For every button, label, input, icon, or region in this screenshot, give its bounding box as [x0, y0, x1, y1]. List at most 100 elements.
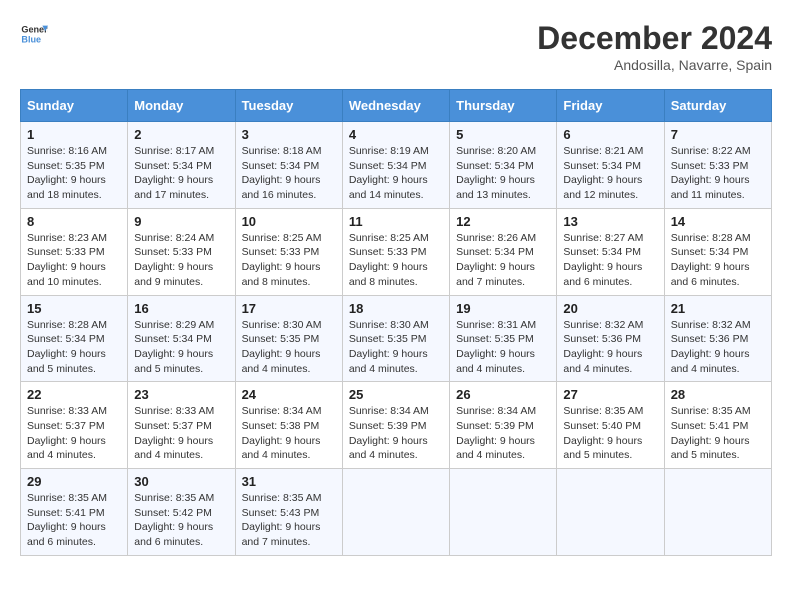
day-info: Sunrise: 8:23 AM Sunset: 5:33 PM Dayligh… [27, 231, 121, 290]
table-row: 23 Sunrise: 8:33 AM Sunset: 5:37 PM Dayli… [128, 382, 235, 469]
day-info: Sunrise: 8:35 AM Sunset: 5:41 PM Dayligh… [27, 491, 121, 550]
day-number: 16 [134, 301, 228, 316]
table-row: 21Sunrise: 8:32 AM Sunset: 5:36 PM Dayli… [664, 295, 771, 382]
day-info: Sunrise: 8:24 AM Sunset: 5:33 PM Dayligh… [134, 231, 228, 290]
table-row: 2 Sunrise: 8:17 AM Sunset: 5:34 PM Daylig… [128, 122, 235, 209]
day-number: 27 [563, 387, 657, 402]
calendar-week-1: 1Sunrise: 8:16 AM Sunset: 5:35 PM Daylig… [21, 122, 772, 209]
table-row: 8 Sunrise: 8:23 AM Sunset: 5:33 PM Daylig… [21, 208, 128, 295]
calendar-header-tuesday: Tuesday [235, 90, 342, 122]
day-info: Sunrise: 8:18 AM Sunset: 5:34 PM Dayligh… [242, 144, 336, 203]
day-info: Sunrise: 8:35 AM Sunset: 5:40 PM Dayligh… [563, 404, 657, 463]
day-number: 31 [242, 474, 336, 489]
calendar-header-thursday: Thursday [450, 90, 557, 122]
day-info: Sunrise: 8:25 AM Sunset: 5:33 PM Dayligh… [349, 231, 443, 290]
svg-text:Blue: Blue [21, 34, 41, 44]
calendar-week-5: 29 Sunrise: 8:35 AM Sunset: 5:41 PM Dayli… [21, 469, 772, 556]
day-number: 18 [349, 301, 443, 316]
month-title: December 2024 [537, 20, 772, 57]
calendar-table: SundayMondayTuesdayWednesdayThursdayFrid… [20, 89, 772, 556]
table-row: 16Sunrise: 8:29 AM Sunset: 5:34 PM Dayli… [128, 295, 235, 382]
table-row: 30Sunrise: 8:35 AM Sunset: 5:42 PM Dayli… [128, 469, 235, 556]
calendar-header-row: SundayMondayTuesdayWednesdayThursdayFrid… [21, 90, 772, 122]
table-row: 14 Sunrise: 8:28 AM Sunset: 5:34 PM Dayli… [664, 208, 771, 295]
table-row: 20Sunrise: 8:32 AM Sunset: 5:36 PM Dayli… [557, 295, 664, 382]
day-number: 8 [27, 214, 121, 229]
day-number: 22 [27, 387, 121, 402]
calendar-header-wednesday: Wednesday [342, 90, 449, 122]
day-number: 2 [134, 127, 228, 142]
calendar-header-sunday: Sunday [21, 90, 128, 122]
day-info: Sunrise: 8:34 AM Sunset: 5:39 PM Dayligh… [456, 404, 550, 463]
table-row [557, 469, 664, 556]
day-number: 23 [134, 387, 228, 402]
table-row: 19 Sunrise: 8:31 AM Sunset: 5:35 PM Dayli… [450, 295, 557, 382]
title-block: December 2024 Andosilla, Navarre, Spain [537, 20, 772, 73]
day-info: Sunrise: 8:22 AM Sunset: 5:33 PM Dayligh… [671, 144, 765, 203]
day-number: 4 [349, 127, 443, 142]
day-info: Sunrise: 8:17 AM Sunset: 5:34 PM Dayligh… [134, 144, 228, 203]
table-row: 1Sunrise: 8:16 AM Sunset: 5:35 PM Daylig… [21, 122, 128, 209]
table-row: 28 Sunrise: 8:35 AM Sunset: 5:41 PM Dayli… [664, 382, 771, 469]
day-number: 26 [456, 387, 550, 402]
day-number: 13 [563, 214, 657, 229]
table-row: 13 Sunrise: 8:27 AM Sunset: 5:34 PM Dayli… [557, 208, 664, 295]
table-row: 27 Sunrise: 8:35 AM Sunset: 5:40 PM Dayli… [557, 382, 664, 469]
table-row [450, 469, 557, 556]
day-info: Sunrise: 8:30 AM Sunset: 5:35 PM Dayligh… [349, 318, 443, 377]
calendar-week-3: 15 Sunrise: 8:28 AM Sunset: 5:34 PM Dayli… [21, 295, 772, 382]
day-info: Sunrise: 8:28 AM Sunset: 5:34 PM Dayligh… [671, 231, 765, 290]
calendar-header-saturday: Saturday [664, 90, 771, 122]
table-row [664, 469, 771, 556]
day-number: 6 [563, 127, 657, 142]
day-info: Sunrise: 8:34 AM Sunset: 5:38 PM Dayligh… [242, 404, 336, 463]
table-row: 17 Sunrise: 8:30 AM Sunset: 5:35 PM Dayli… [235, 295, 342, 382]
day-info: Sunrise: 8:33 AM Sunset: 5:37 PM Dayligh… [134, 404, 228, 463]
table-row: 12Sunrise: 8:26 AM Sunset: 5:34 PM Dayli… [450, 208, 557, 295]
table-row: 22 Sunrise: 8:33 AM Sunset: 5:37 PM Dayli… [21, 382, 128, 469]
table-row: 25Sunrise: 8:34 AM Sunset: 5:39 PM Dayli… [342, 382, 449, 469]
day-number: 3 [242, 127, 336, 142]
day-info: Sunrise: 8:20 AM Sunset: 5:34 PM Dayligh… [456, 144, 550, 203]
table-row: 5Sunrise: 8:20 AM Sunset: 5:34 PM Daylig… [450, 122, 557, 209]
calendar-week-2: 8 Sunrise: 8:23 AM Sunset: 5:33 PM Daylig… [21, 208, 772, 295]
table-row: 24 Sunrise: 8:34 AM Sunset: 5:38 PM Dayli… [235, 382, 342, 469]
calendar-week-4: 22 Sunrise: 8:33 AM Sunset: 5:37 PM Dayli… [21, 382, 772, 469]
day-info: Sunrise: 8:32 AM Sunset: 5:36 PM Dayligh… [671, 318, 765, 377]
table-row [342, 469, 449, 556]
day-number: 25 [349, 387, 443, 402]
table-row: 6Sunrise: 8:21 AM Sunset: 5:34 PM Daylig… [557, 122, 664, 209]
day-info: Sunrise: 8:16 AM Sunset: 5:35 PM Dayligh… [27, 144, 121, 203]
calendar-header-monday: Monday [128, 90, 235, 122]
table-row: 18 Sunrise: 8:30 AM Sunset: 5:35 PM Dayli… [342, 295, 449, 382]
day-number: 9 [134, 214, 228, 229]
day-number: 28 [671, 387, 765, 402]
day-number: 15 [27, 301, 121, 316]
calendar-header-friday: Friday [557, 90, 664, 122]
day-number: 29 [27, 474, 121, 489]
day-info: Sunrise: 8:19 AM Sunset: 5:34 PM Dayligh… [349, 144, 443, 203]
day-number: 19 [456, 301, 550, 316]
table-row: 3 Sunrise: 8:18 AM Sunset: 5:34 PM Daylig… [235, 122, 342, 209]
day-info: Sunrise: 8:30 AM Sunset: 5:35 PM Dayligh… [242, 318, 336, 377]
day-info: Sunrise: 8:28 AM Sunset: 5:34 PM Dayligh… [27, 318, 121, 377]
day-number: 10 [242, 214, 336, 229]
day-number: 17 [242, 301, 336, 316]
day-number: 24 [242, 387, 336, 402]
table-row: 29 Sunrise: 8:35 AM Sunset: 5:41 PM Dayli… [21, 469, 128, 556]
day-info: Sunrise: 8:25 AM Sunset: 5:33 PM Dayligh… [242, 231, 336, 290]
logo-icon: General Blue [20, 20, 48, 48]
day-info: Sunrise: 8:35 AM Sunset: 5:41 PM Dayligh… [671, 404, 765, 463]
day-number: 14 [671, 214, 765, 229]
table-row: 11Sunrise: 8:25 AM Sunset: 5:33 PM Dayli… [342, 208, 449, 295]
day-number: 12 [456, 214, 550, 229]
day-number: 30 [134, 474, 228, 489]
day-info: Sunrise: 8:27 AM Sunset: 5:34 PM Dayligh… [563, 231, 657, 290]
table-row: 9 Sunrise: 8:24 AM Sunset: 5:33 PM Daylig… [128, 208, 235, 295]
table-row: 10 Sunrise: 8:25 AM Sunset: 5:33 PM Dayli… [235, 208, 342, 295]
table-row: 7Sunrise: 8:22 AM Sunset: 5:33 PM Daylig… [664, 122, 771, 209]
day-info: Sunrise: 8:31 AM Sunset: 5:35 PM Dayligh… [456, 318, 550, 377]
logo: General Blue [20, 20, 48, 48]
day-number: 20 [563, 301, 657, 316]
day-info: Sunrise: 8:33 AM Sunset: 5:37 PM Dayligh… [27, 404, 121, 463]
